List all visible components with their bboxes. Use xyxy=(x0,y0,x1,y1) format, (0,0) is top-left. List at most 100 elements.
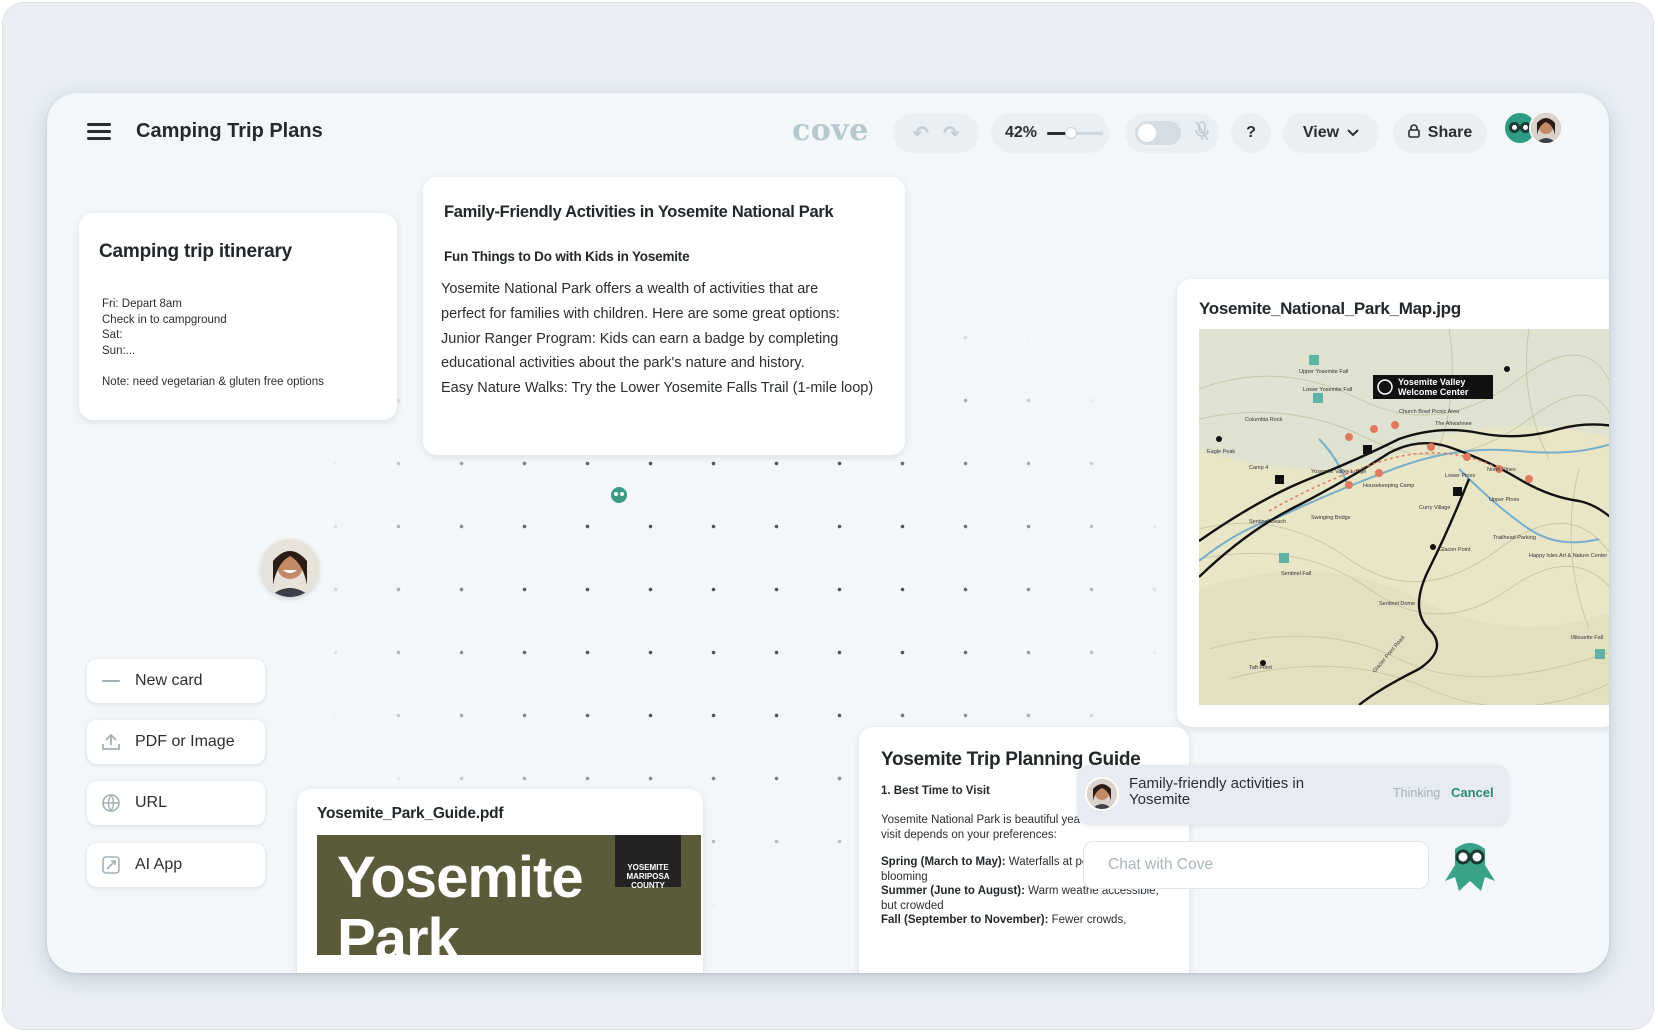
chat-input[interactable]: Chat with Cove xyxy=(1083,841,1429,889)
zoom-slider[interactable] xyxy=(1047,126,1104,139)
ai-app-icon xyxy=(99,853,123,877)
microphone-icon[interactable] xyxy=(1195,120,1209,146)
map-label: Swinging Bridge xyxy=(1311,515,1351,521)
map-label: Trailhead Parking xyxy=(1493,535,1536,541)
redo-icon[interactable]: ↷ xyxy=(943,121,960,146)
cove-mascot-icon[interactable] xyxy=(1441,841,1499,893)
map-label: Happy Isles Art & Nature Center xyxy=(1529,553,1607,559)
activities-body[interactable]: Yosemite National Park offers a wealth o… xyxy=(441,277,895,401)
activities-line: Yosemite National Park offers a wealth o… xyxy=(441,281,819,297)
cancel-button[interactable]: Cancel xyxy=(1451,785,1494,800)
page-title: Camping Trip Plans xyxy=(136,120,323,142)
voice-toggle[interactable] xyxy=(1135,121,1181,145)
pdf-image-button[interactable]: PDF or Image xyxy=(87,720,265,764)
globe-icon xyxy=(99,791,123,815)
zoom-control[interactable]: 42% xyxy=(991,113,1109,153)
view-label: View xyxy=(1302,124,1340,141)
map-label: Eagle Peak xyxy=(1207,449,1235,455)
pdf-card[interactable]: Yosemite_Park_Guide.pdf Yosemite Park YO… xyxy=(297,789,703,973)
chat-status: Thinking xyxy=(1393,786,1441,800)
window-frame: Camping Trip Plans cove ↶ ↷ 42% ? View S… xyxy=(2,2,1654,1030)
map-label: Glacier Point xyxy=(1439,547,1471,553)
activities-card[interactable]: Family-Friendly Activities in Yosemite N… xyxy=(423,177,905,455)
zoom-label: 42% xyxy=(1005,124,1038,141)
view-menu-button[interactable]: View xyxy=(1283,113,1379,153)
user-avatar xyxy=(1085,777,1119,811)
pdf-title: Yosemite_Park_Guide.pdf xyxy=(317,805,504,822)
url-label: URL xyxy=(135,794,168,811)
undo-icon[interactable]: ↶ xyxy=(912,121,929,146)
guide-section-heading: 1. Best Time to Visit xyxy=(881,785,990,797)
map-label: North Pines xyxy=(1487,467,1516,473)
undo-redo-group: ↶ ↷ xyxy=(893,113,979,153)
new-card-button[interactable]: New card xyxy=(87,659,265,703)
menu-icon[interactable] xyxy=(87,123,111,141)
map-label: Church Bowl Picnic Area xyxy=(1399,409,1460,415)
pdf-cover-image: Yosemite Park YOSEMITE MARIPOSA COUNTY xyxy=(317,835,701,955)
canvas[interactable]: Camping Trip Plans cove ↶ ↷ 42% ? View S… xyxy=(47,93,1609,973)
lock-icon xyxy=(1407,123,1420,143)
activities-line: Easy Nature Walks: Try the Lower Yosemit… xyxy=(441,380,874,397)
map-label: The Ahwahnee xyxy=(1435,421,1472,427)
new-card-label: New card xyxy=(135,672,203,689)
map-label: Lower Pines xyxy=(1445,473,1476,479)
ai-request-status: Family-friendly activities in Yosemite T… xyxy=(1077,765,1509,825)
url-button[interactable]: URL xyxy=(87,781,265,825)
map-callout-line: Welcome Center xyxy=(1398,387,1469,397)
upload-icon xyxy=(99,730,123,754)
activities-title: Family-Friendly Activities in Yosemite N… xyxy=(444,203,834,221)
itinerary-line xyxy=(102,359,324,375)
itinerary-line: Fri: Depart 8am xyxy=(102,298,182,310)
park-map-image: Yosemite Valley Welcome Center Upper Yos… xyxy=(1199,329,1609,705)
map-label: Sentinel Fall xyxy=(1281,571,1311,577)
activities-line: perfect for families with children. Here… xyxy=(441,305,840,322)
itinerary-title: Camping trip itinerary xyxy=(99,241,293,262)
map-title: Yosemite_National_Park_Map.jpg xyxy=(1199,299,1461,318)
map-label: Curry Village xyxy=(1419,505,1450,511)
season-label: Spring (March to May): xyxy=(881,856,1006,868)
activities-line: Junior Ranger Program: Kids can earn a b… xyxy=(441,330,839,347)
map-label: Sentinel Beach xyxy=(1249,519,1286,525)
ai-app-button[interactable]: AI App xyxy=(87,843,265,887)
season-text: Fewer crowds, xyxy=(1048,914,1127,927)
share-label: Share xyxy=(1427,124,1473,141)
lines-icon xyxy=(99,669,123,693)
zoom-slider-handle[interactable] xyxy=(1065,126,1078,139)
pdf-image-label: PDF or Image xyxy=(135,733,235,750)
map-label: Upper Yosemite Fall xyxy=(1299,369,1348,375)
ai-app-label: AI App xyxy=(135,856,183,873)
activities-line: educational activities about the park's … xyxy=(441,355,805,372)
activities-subtitle: Fun Things to Do with Kids in Yosemite xyxy=(444,249,690,264)
map-card[interactable]: Yosemite_National_Park_Map.jpg Yosemite … xyxy=(1177,279,1609,727)
itinerary-line: Check in to campground xyxy=(102,313,227,326)
season-label: Summer (June to August): xyxy=(881,885,1025,898)
chat-query: Family-friendly activities in Yosemite xyxy=(1129,775,1305,808)
itinerary-card[interactable]: Camping trip itinerary Fri: Depart 8am C… xyxy=(79,213,397,420)
pdf-cover-text: Yosemite Park xyxy=(337,845,584,956)
map-label: Taft Point xyxy=(1249,665,1272,671)
map-callout-line: Yosemite Valley xyxy=(1398,377,1465,387)
map-label: Illilouette Fall xyxy=(1571,635,1603,641)
itinerary-note: Note: need vegetarian & gluten free opti… xyxy=(102,375,324,388)
map-label: Columbia Rock xyxy=(1245,417,1283,423)
itinerary-line: Sat: xyxy=(102,329,123,341)
collaborator-avatar xyxy=(261,539,319,597)
map-label: Sentinel Dome xyxy=(1379,601,1415,607)
voice-toggle-group xyxy=(1125,113,1219,153)
map-label: Lower Yosemite Fall xyxy=(1303,387,1352,393)
itinerary-line: Sun:... xyxy=(102,344,136,357)
map-label: Camp 4 xyxy=(1249,465,1268,471)
cove-logo: cove xyxy=(792,113,869,148)
county-badge: YOSEMITE MARIPOSA COUNTY xyxy=(615,835,681,890)
user-avatar xyxy=(1529,111,1563,145)
help-button[interactable]: ? xyxy=(1231,113,1271,153)
collaborator-avatars[interactable] xyxy=(1503,111,1563,155)
map-label: Yosemite Valley Lodge xyxy=(1311,469,1366,475)
map-label: Upper Pines xyxy=(1489,497,1520,503)
season-label: Fall (September to November): xyxy=(881,914,1049,927)
collaborator-cursor-icon xyxy=(611,487,627,503)
map-label: Housekeeping Camp xyxy=(1363,483,1414,489)
itinerary-list: Fri: Depart 8am Check in to campground S… xyxy=(102,297,324,390)
chevron-down-icon xyxy=(1347,124,1359,142)
share-button[interactable]: Share xyxy=(1393,113,1487,153)
